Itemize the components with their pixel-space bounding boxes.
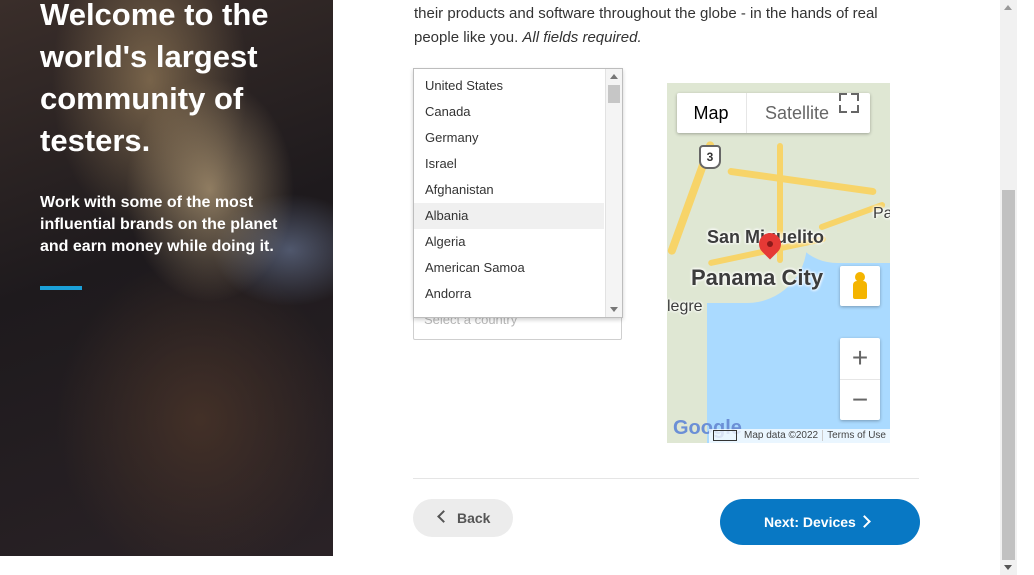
fullscreen-corner: [839, 105, 847, 113]
form-divider: [413, 478, 919, 479]
chevron-left-icon: [437, 510, 450, 523]
scroll-up-arrow-icon[interactable]: [610, 74, 618, 79]
page-scroll-down-icon[interactable]: [1004, 565, 1012, 570]
back-button[interactable]: Back: [413, 499, 513, 537]
country-option[interactable]: Germany: [414, 125, 604, 151]
map-pin-dot: [765, 239, 775, 249]
map-label-alegre: legre: [667, 298, 703, 315]
country-option[interactable]: Canada: [414, 99, 604, 125]
map-label-panama-city: Panama City: [691, 265, 824, 290]
terms-of-use-link[interactable]: Terms of Use: [822, 430, 890, 441]
page-scroll-thumb[interactable]: [1002, 190, 1015, 560]
keyboard-shortcuts-icon[interactable]: [713, 429, 737, 441]
hero-accent-rule: [40, 286, 82, 290]
fullscreen-corner: [839, 93, 847, 101]
hero-panel: Welcome to the world's largest community…: [0, 0, 333, 556]
hero-title: Welcome to the world's largest community…: [40, 0, 269, 158]
fullscreen-corner: [851, 105, 859, 113]
country-dropdown-list[interactable]: United States Canada Germany Israel Afgh…: [413, 68, 623, 318]
country-option[interactable]: Israel: [414, 151, 604, 177]
country-option[interactable]: United States: [414, 73, 604, 99]
country-option[interactable]: Algeria: [414, 229, 604, 255]
street-view-pegman-icon[interactable]: [840, 266, 880, 306]
intro-text: their products and software throughout t…: [414, 5, 878, 46]
zoom-controls[interactable]: + −: [840, 338, 880, 420]
page-scroll-up-icon[interactable]: [1004, 5, 1012, 10]
next-devices-button[interactable]: Next: Devices: [720, 499, 920, 545]
dropdown-scrollbar[interactable]: [605, 69, 622, 317]
map-attribution: Map data ©2022 Terms of Use: [709, 429, 890, 443]
tab-map[interactable]: Map: [677, 93, 745, 133]
fullscreen-corner: [851, 93, 859, 101]
zoom-in-button[interactable]: +: [840, 338, 880, 378]
dropdown-scroll-thumb[interactable]: [608, 85, 620, 103]
chevron-right-icon: [858, 515, 871, 528]
tab-satellite[interactable]: Satellite: [746, 93, 847, 133]
fullscreen-icon[interactable]: [839, 93, 859, 113]
country-option[interactable]: Andorra: [414, 281, 604, 307]
required-note: All fields required.: [522, 29, 642, 46]
back-button-label: Back: [457, 510, 491, 526]
location-map[interactable]: 3 San Miguelito Panama City Pa legre Map…: [667, 83, 890, 443]
country-option[interactable]: Afghanistan: [414, 177, 604, 203]
map-label-pa: Pa: [873, 205, 890, 222]
page-scrollbar[interactable]: [1000, 0, 1017, 575]
country-option[interactable]: American Samoa: [414, 255, 604, 281]
route-shield-icon: 3: [699, 145, 721, 169]
pegman-body: [853, 281, 867, 299]
hero-subtitle: Work with some of the most influential b…: [40, 194, 278, 255]
map-data-text: Map data ©2022: [744, 430, 819, 441]
intro-paragraph: their products and software throughout t…: [414, 2, 914, 50]
zoom-out-button[interactable]: −: [840, 379, 880, 420]
scroll-down-arrow-icon[interactable]: [610, 307, 618, 312]
country-option-highlighted[interactable]: Albania: [414, 203, 604, 229]
next-button-label: Next: Devices: [764, 514, 856, 530]
